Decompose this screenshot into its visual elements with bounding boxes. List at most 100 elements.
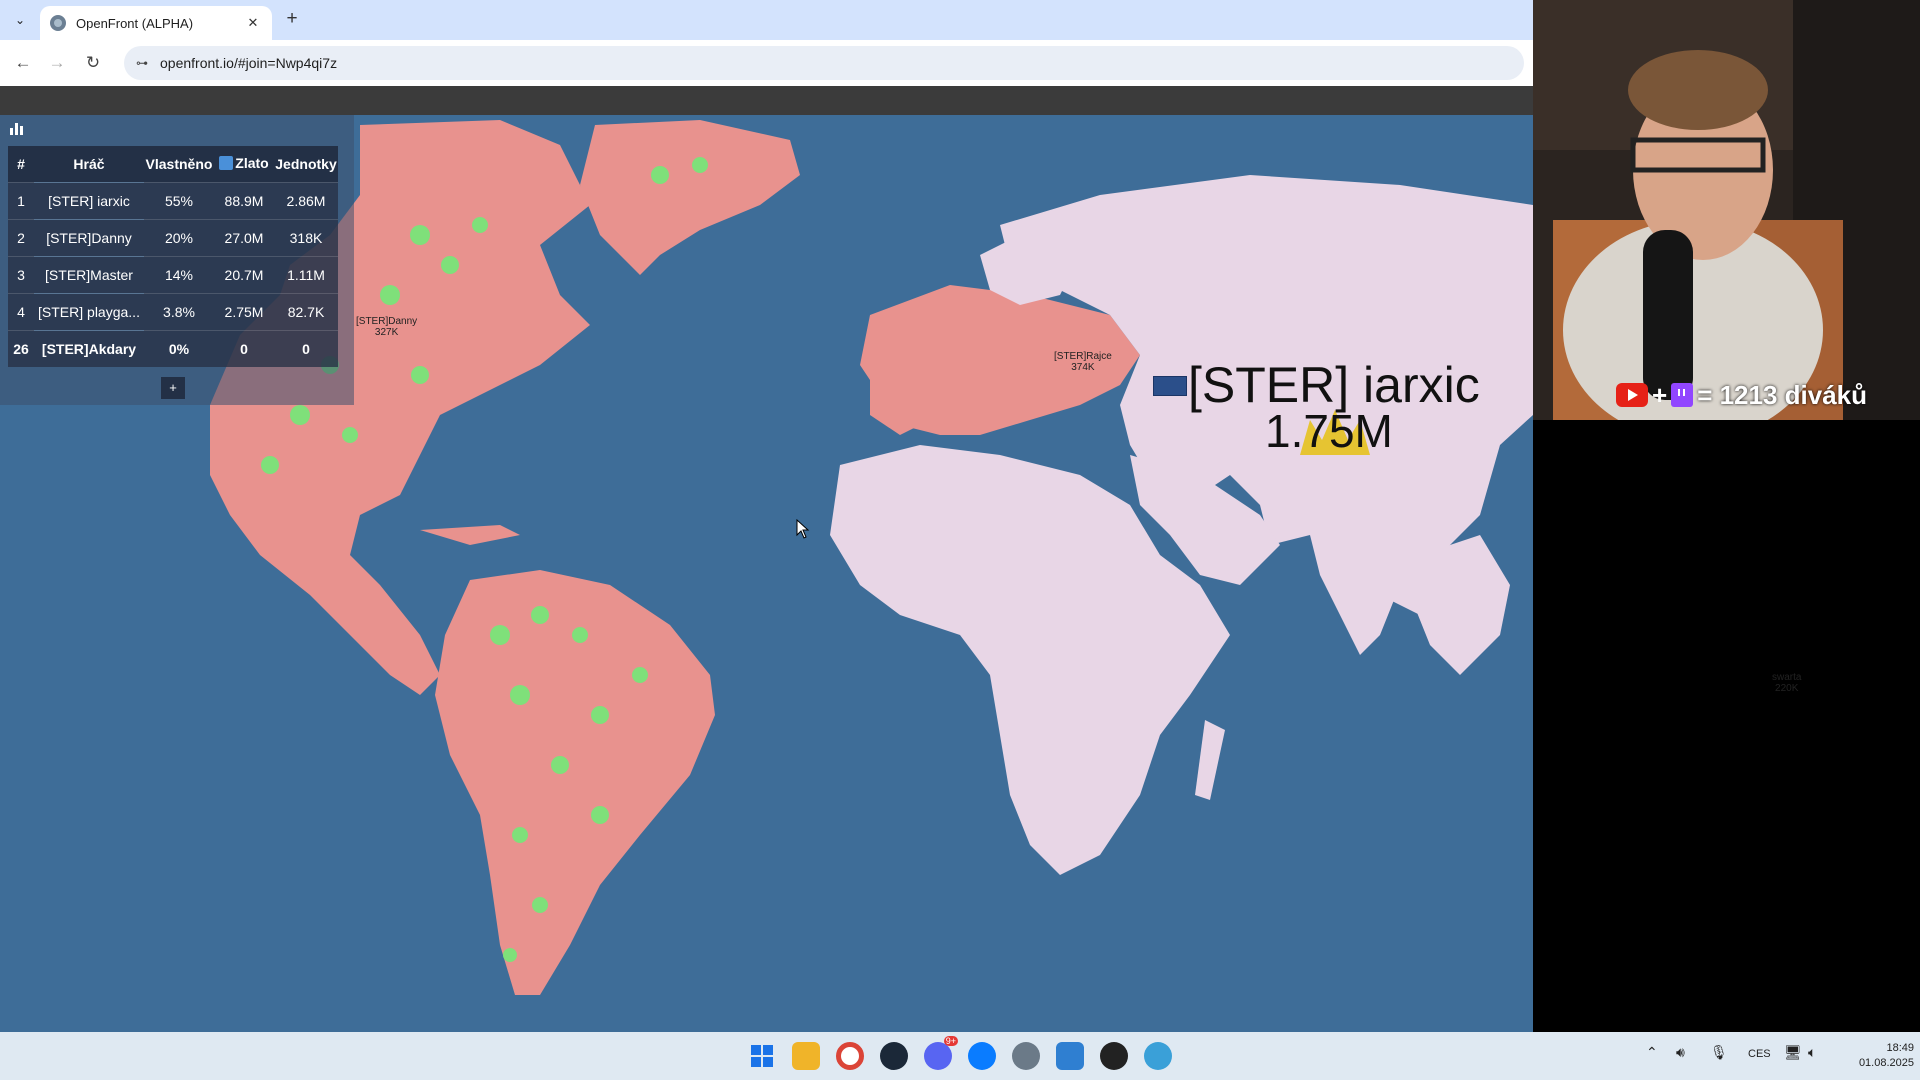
player-cell: [STER] playga... xyxy=(34,292,144,330)
streamer-image xyxy=(1533,0,1920,420)
leaderboard-expand-button[interactable]: + xyxy=(161,377,185,399)
territory-label-swarta: swarta 220K xyxy=(1772,672,1801,694)
owned-cell: 14% xyxy=(144,255,214,293)
gold-cell: 2.75M xyxy=(214,292,274,330)
tab-bar: ⌄ OpenFront (ALPHA) ✕ + xyxy=(0,0,1533,40)
openfront-favicon-icon xyxy=(50,15,66,31)
webcam-feed xyxy=(1533,0,1920,420)
microphone-icon[interactable]: 🎙︎ xyxy=(1710,1044,1728,1061)
madagascar-territory xyxy=(1195,720,1225,800)
world-icon[interactable] xyxy=(1144,1042,1172,1070)
greenland-territory xyxy=(580,120,800,275)
viewer-count-overlay: + = 1213 diváků xyxy=(1616,378,1920,412)
player-cell: [STER]Master xyxy=(34,255,144,293)
gold-cell: 27.0M xyxy=(214,218,274,256)
col-rank[interactable]: # xyxy=(8,146,34,182)
twitch-icon xyxy=(1671,383,1694,407)
rank-cell: 1 xyxy=(8,181,34,219)
game-top-bar xyxy=(0,86,1533,115)
caribbean-territory xyxy=(420,525,520,545)
territory-label-danny: [STER]Danny 327K xyxy=(356,316,417,338)
col-troops[interactable]: Jednotky xyxy=(274,146,338,182)
youtube-icon xyxy=(1616,383,1648,407)
clock-date: 01.08.2025 xyxy=(1858,1057,1914,1069)
troops-cell: 1.11M xyxy=(274,255,338,293)
player-cell: [STER]Akdary xyxy=(34,329,144,367)
tab-title: OpenFront (ALPHA) xyxy=(76,15,194,31)
bar-chart-icon[interactable] xyxy=(9,120,27,138)
leaderboard-panel: # Hráč Vlastněno Zlato Jednotky 1 [STER]… xyxy=(0,115,354,405)
gold-cell: 20.7M xyxy=(214,255,274,293)
table-row[interactable]: 1 [STER] iarxic 55% 88.9M 2.86M xyxy=(8,181,338,219)
owned-cell: 20% xyxy=(144,218,214,256)
table-row[interactable]: 3 [STER]Master 14% 20.7M 1.11M xyxy=(8,255,338,293)
tab-search-button[interactable]: ⌄ xyxy=(8,9,32,31)
player-cell: [STER] iarxic xyxy=(34,181,144,219)
settings-icon[interactable] xyxy=(1012,1042,1040,1070)
viewer-count-text: = 1213 diváků xyxy=(1697,379,1868,410)
steam-icon[interactable] xyxy=(880,1042,908,1070)
back-button[interactable]: ← xyxy=(10,50,36,76)
territory-name: [STER]Danny xyxy=(356,316,418,327)
discord-icon[interactable]: 9+ xyxy=(924,1036,958,1070)
messenger-icon[interactable] xyxy=(968,1042,996,1070)
obs-icon[interactable] xyxy=(1100,1042,1128,1070)
owned-cell: 55% xyxy=(144,181,214,219)
speaker-icon[interactable]: 🔈︎ xyxy=(1808,1044,1816,1061)
mouse-cursor-icon xyxy=(796,519,810,539)
chrome-icon[interactable] xyxy=(836,1042,864,1070)
gold-icon xyxy=(219,155,234,170)
rank-cell: 2 xyxy=(8,218,34,256)
rank-cell: 26 xyxy=(8,329,34,367)
gold-cell: 0 xyxy=(214,329,274,367)
troops-cell: 82.7K xyxy=(274,292,338,330)
tray-chevron-icon[interactable]: ⌃ xyxy=(1646,1044,1658,1061)
col-gold[interactable]: Zlato xyxy=(214,146,274,182)
territory-troops: 220K xyxy=(1775,683,1799,694)
site-info-icon[interactable]: ⊶ xyxy=(136,56,148,70)
troops-cell: 318K xyxy=(274,218,338,256)
rank-cell: 3 xyxy=(8,255,34,293)
territory-name: [STER]Rajce xyxy=(1054,351,1112,362)
windows-taskbar: 9+ ⌃ 🔊︎ 🎙︎ CES 🖥︎ 🔈︎ 18:49 01.08.2025 xyxy=(0,1032,1920,1080)
territory-troops: 374K xyxy=(1071,362,1095,373)
gold-cell: 88.9M xyxy=(214,181,274,219)
player-troops-label: 1.75M xyxy=(1265,405,1393,457)
table-row[interactable]: 2 [STER]Danny 20% 27.0M 318K xyxy=(8,218,338,256)
col-player[interactable]: Hráč xyxy=(34,146,144,182)
troops-cell: 0 xyxy=(274,329,338,367)
col-owned[interactable]: Vlastněno xyxy=(144,146,214,182)
col-gold-label: Zlato xyxy=(235,154,269,171)
active-tab[interactable]: OpenFront (ALPHA) ✕ xyxy=(40,6,272,40)
table-row[interactable]: 4 [STER] playga... 3.8% 2.75M 82.7K xyxy=(8,292,338,330)
table-row-self[interactable]: 26 [STER]Akdary 0% 0 0 xyxy=(8,329,338,367)
screen: ⌄ OpenFront (ALPHA) ✕ + ← → ↻ ⊶ openfron… xyxy=(0,0,1920,1080)
territory-name: swarta xyxy=(1772,672,1802,683)
player-cell: [STER]Danny xyxy=(34,218,144,256)
viewer-plus: + xyxy=(1652,379,1668,410)
file-explorer-icon[interactable] xyxy=(792,1042,820,1070)
tab-close-icon[interactable]: ✕ xyxy=(244,15,262,31)
territory-label-rajce: [STER]Rajce 374K xyxy=(1054,351,1112,373)
url-text: openfront.io/#join=Nwp4qi7z xyxy=(160,55,338,71)
photos-icon[interactable] xyxy=(1056,1042,1084,1070)
rank-cell: 4 xyxy=(8,292,34,330)
forward-button[interactable]: → xyxy=(44,50,70,76)
volume-tray-icon[interactable]: 🔊︎ xyxy=(1676,1044,1685,1061)
leaderboard-table: # Hráč Vlastněno Zlato Jednotky 1 [STER]… xyxy=(8,146,338,367)
troops-cell: 2.86M xyxy=(274,181,338,219)
owned-cell: 3.8% xyxy=(144,292,214,330)
owned-cell: 0% xyxy=(144,329,214,367)
address-bar[interactable]: ⊶ openfront.io/#join=Nwp4qi7z xyxy=(124,46,1524,80)
territory-troops: 327K xyxy=(374,327,399,338)
language-indicator[interactable]: CES xyxy=(1748,1048,1771,1060)
browser-toolbar: ← → ↻ ⊶ openfront.io/#join=Nwp4qi7z xyxy=(0,40,1533,86)
new-tab-button[interactable]: + xyxy=(280,8,304,32)
windows-start-icon[interactable] xyxy=(748,1042,776,1070)
network-icon[interactable]: 🖥︎ xyxy=(1784,1044,1802,1061)
leaderboard-header-row: # Hráč Vlastněno Zlato Jednotky xyxy=(8,146,338,182)
discord-badge: 9+ xyxy=(943,1036,958,1046)
system-clock[interactable]: 18:49 01.08.2025 xyxy=(1850,1041,1914,1071)
player-flag-icon xyxy=(1153,376,1187,396)
reload-button[interactable]: ↻ xyxy=(80,50,106,76)
